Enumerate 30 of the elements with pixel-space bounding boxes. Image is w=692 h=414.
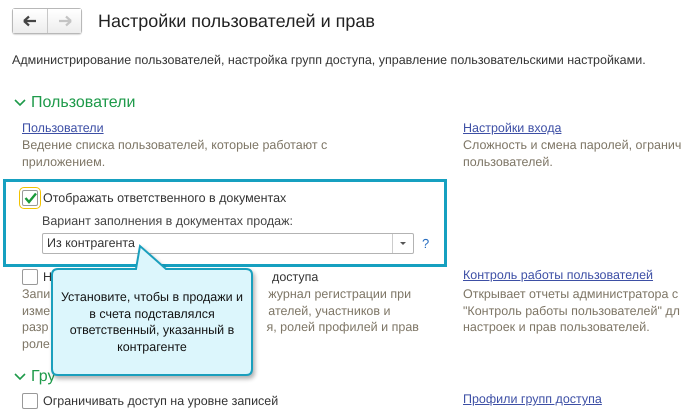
description-text: Сложность и смена паролей, огранич — [463, 137, 682, 154]
link[interactable]: Пользователи — [22, 120, 104, 137]
description-text: Ведение списка пользователей, которые работают с — [22, 137, 328, 154]
dropdown-field[interactable]: Из контрагента — [42, 233, 414, 254]
description-text: изме — [22, 302, 50, 319]
description-text: я, ролей профилей и прав — [266, 319, 419, 336]
description-text: разр — [22, 319, 48, 336]
description-text: Запи — [22, 286, 50, 302]
description-text: настроек и прав пользователей. — [463, 319, 650, 336]
help-link[interactable]: ? — [422, 236, 430, 251]
description-text: Открывает отчеты администратора с — [463, 286, 678, 302]
tooltip-text: Установите, чтобы в продажи и в счета подставлялся ответственный, указанный в контрагенте — [60, 289, 244, 355]
description-text: роле — [22, 336, 50, 352]
section-title[interactable]: Пользователи — [31, 94, 136, 112]
checkbox-label: Отображать ответственного в документах — [43, 190, 286, 204]
checkbox-label: доступа — [272, 270, 318, 284]
checkbox-label: Ограничивать доступ на уровне записей — [43, 394, 278, 408]
description: Администрирование пользователей, настройка групп доступа, управление пользовательскими настройками. — [12, 53, 647, 67]
section-title[interactable]: Гру — [31, 368, 56, 386]
link[interactable]: Настройки входа — [463, 120, 562, 137]
description-text: "Контроль работы пользователей" дл — [463, 302, 680, 319]
description-text: ателей, участников и — [268, 302, 390, 319]
link[interactable]: Контроль работы пользователей — [463, 267, 654, 284]
link[interactable]: Профили групп доступа — [463, 391, 602, 408]
description-text: журнал регистрации при — [268, 286, 412, 302]
description-text: приложением. — [22, 154, 106, 170]
description-text: пользователей. — [463, 154, 553, 170]
window-title: Настройки пользователей и прав — [98, 10, 375, 32]
field-label: Вариант заполнения в документах продаж: — [42, 214, 294, 228]
checkbox-label: Н — [43, 270, 52, 284]
